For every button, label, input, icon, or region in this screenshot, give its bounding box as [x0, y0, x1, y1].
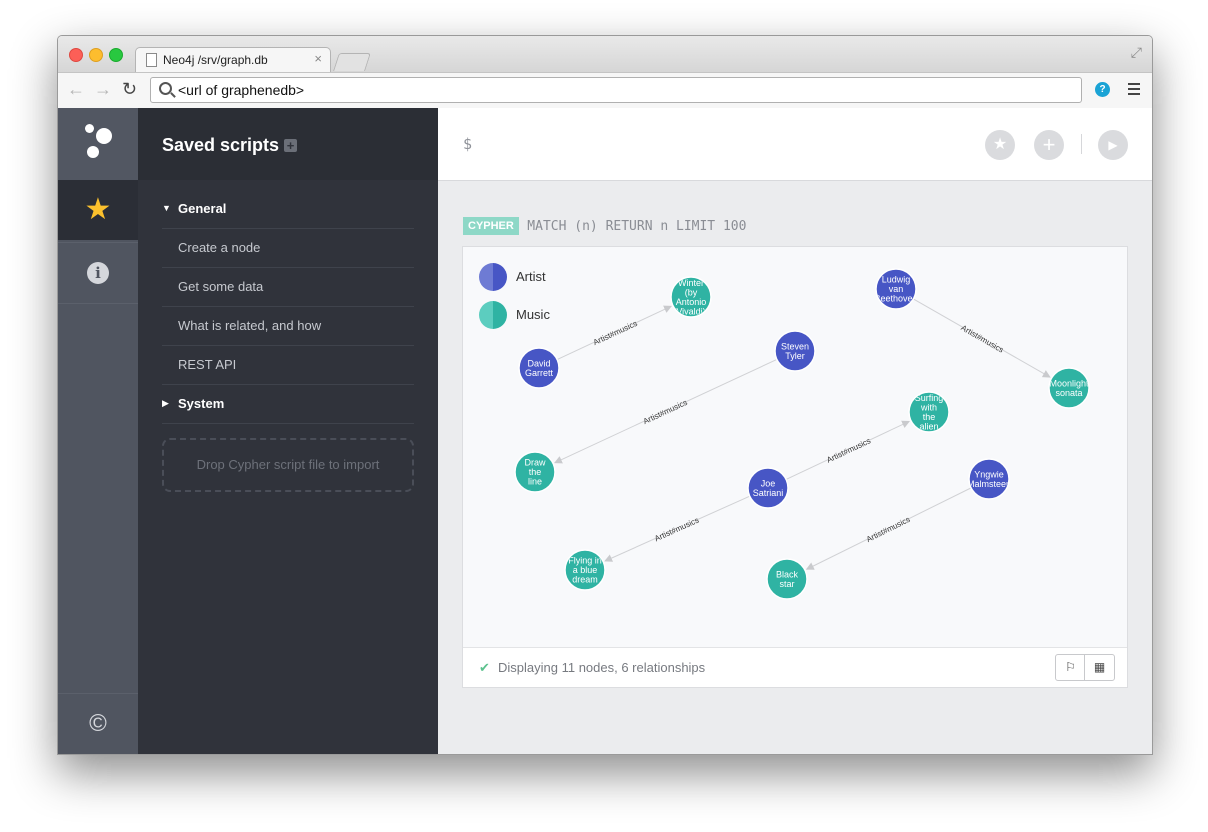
result-frame: Artist#musics Artist#musics Artist#musics A…: [462, 246, 1128, 688]
favorites-nav[interactable]: ★: [58, 180, 138, 240]
script-item[interactable]: Get some data: [162, 268, 414, 307]
page-icon: [146, 53, 157, 67]
folder-label: General: [178, 201, 227, 216]
browser-toolbar: ← → ↻ <url of graphenedb> ?: [58, 72, 1152, 110]
star-icon: ★: [84, 193, 112, 226]
graph-node-steven[interactable]: Steven Tyler: [774, 330, 816, 372]
main-stream: $ ★ + ▶ CYPHER MATCH (n) RETURN n LIMIT …: [438, 108, 1152, 754]
browser-window: Neo4j /srv/graph.db × ⤢ ← → ↻ <url of gr…: [57, 35, 1153, 755]
saved-scripts-drawer: Saved scripts + ▼ General Create a node …: [138, 108, 438, 754]
graph-node-winter[interactable]: Winter (by Antonio Vivaldi): [670, 276, 712, 318]
graph-node-black[interactable]: Black star: [766, 558, 808, 600]
relationship-label: Artist#musics: [642, 398, 689, 426]
address-bar[interactable]: <url of graphenedb>: [150, 77, 1082, 103]
search-icon: [159, 82, 172, 95]
folder-general[interactable]: ▼ General: [162, 190, 414, 229]
add-button[interactable]: +: [1034, 130, 1064, 160]
caret-right-icon: ▶: [162, 398, 169, 408]
graph-node-david[interactable]: David Garrett: [518, 347, 560, 389]
script-item[interactable]: What is related, and how: [162, 307, 414, 346]
neo4j-app: ★ i © Saved scripts + ▼ General Create a…: [58, 108, 1152, 754]
title-bar: Neo4j /srv/graph.db × ⤢: [58, 36, 1152, 73]
reload-icon[interactable]: ↻: [122, 79, 137, 100]
close-window-button[interactable]: [69, 48, 83, 62]
relationship-label: Artist#musics: [959, 323, 1005, 354]
graph-visualization[interactable]: Artist#musics Artist#musics Artist#musics A…: [463, 247, 1127, 647]
legend-circle: [479, 301, 507, 329]
drawer-header: Saved scripts +: [138, 108, 438, 180]
script-label: REST API: [178, 357, 237, 372]
node-label: Winter (by Antonio Vivaldi): [676, 278, 707, 317]
graph-canvas[interactable]: Artist#musics Artist#musics Artist#musics A…: [463, 247, 1127, 647]
tab-close-icon[interactable]: ×: [314, 51, 322, 66]
legend-label: Artist: [516, 269, 546, 284]
script-item[interactable]: Create a node: [162, 229, 414, 268]
folder-system[interactable]: ▶ System: [162, 385, 414, 424]
node-label: David Garrett: [525, 358, 554, 378]
url-text[interactable]: <url of graphenedb>: [178, 82, 304, 98]
relationship-label: Artist#musics: [825, 436, 872, 464]
query-text[interactable]: MATCH (n) RETURN n LIMIT 100: [527, 219, 746, 234]
script-item[interactable]: REST API: [162, 346, 414, 385]
favorite-button[interactable]: ★: [985, 130, 1015, 160]
node-label: Flying in a blue dream: [568, 556, 602, 585]
graph-node-joe[interactable]: Joe Satriani: [747, 467, 789, 509]
graph-node-draw[interactable]: Draw the line: [514, 451, 556, 493]
check-icon: ✔: [479, 660, 490, 675]
graph-node-flying[interactable]: Flying in a blue dream: [564, 549, 606, 591]
tab-title: Neo4j /srv/graph.db: [163, 53, 268, 67]
graph-node-moon[interactable]: Moonlight sonata: [1048, 367, 1090, 409]
table-view-button[interactable]: ▦: [1084, 654, 1115, 681]
hamburger-menu-icon[interactable]: [1128, 83, 1140, 98]
graph-view-button[interactable]: ⚐: [1055, 654, 1086, 681]
caret-down-icon: ▼: [162, 203, 171, 213]
frame-header: CYPHER MATCH (n) RETURN n LIMIT 100: [463, 217, 746, 235]
graph-node-surfing[interactable]: Surfing with the alien: [908, 391, 950, 433]
cypher-badge: CYPHER: [463, 217, 519, 235]
script-label: Create a node: [178, 240, 261, 255]
relationship-label: Artist#musics: [592, 319, 639, 347]
editor-prompt[interactable]: $: [463, 135, 472, 153]
relationship-label: Artist#musics: [865, 515, 912, 544]
script-dropzone[interactable]: Drop Cypher script file to import: [162, 438, 414, 492]
status-text: Displaying 11 nodes, 6 relationships: [498, 660, 706, 675]
legend-circle: [479, 263, 507, 291]
legend-label: Music: [516, 307, 550, 322]
folder-label: System: [178, 396, 225, 411]
back-arrow-icon[interactable]: ←: [67, 79, 85, 100]
script-label: What is related, and how: [178, 318, 322, 333]
zoom-window-button[interactable]: [109, 48, 123, 62]
minimize-window-button[interactable]: [89, 48, 103, 62]
run-button[interactable]: ▶: [1098, 130, 1128, 160]
new-tab-button[interactable]: [333, 53, 371, 71]
relationship-label: Artist#musics: [653, 516, 700, 544]
browser-tab[interactable]: Neo4j /srv/graph.db ×: [135, 47, 331, 73]
fullscreen-icon[interactable]: ⤢: [1131, 44, 1142, 61]
neo4j-logo[interactable]: [58, 108, 138, 180]
add-script-icon[interactable]: +: [284, 139, 297, 152]
graph-node-yngwie[interactable]: Yngwie Malmsteen: [967, 458, 1011, 500]
status-bar: ✔ Displaying 11 nodes, 6 relationships ⚐…: [463, 647, 1127, 688]
info-nav[interactable]: i: [58, 242, 138, 304]
graph-node-ludwig[interactable]: Ludwig van Beethoven: [874, 268, 917, 310]
divider: [1081, 134, 1082, 154]
info-icon: i: [87, 262, 109, 284]
drawer-title: Saved scripts: [162, 135, 280, 155]
query-editor[interactable]: $ ★ + ▶: [438, 108, 1152, 181]
left-rail: ★ i ©: [58, 108, 138, 754]
script-label: Get some data: [178, 279, 264, 294]
copyright-icon[interactable]: ©: [58, 693, 138, 754]
extension-icon[interactable]: ?: [1095, 82, 1110, 97]
forward-arrow-icon[interactable]: →: [94, 79, 112, 100]
